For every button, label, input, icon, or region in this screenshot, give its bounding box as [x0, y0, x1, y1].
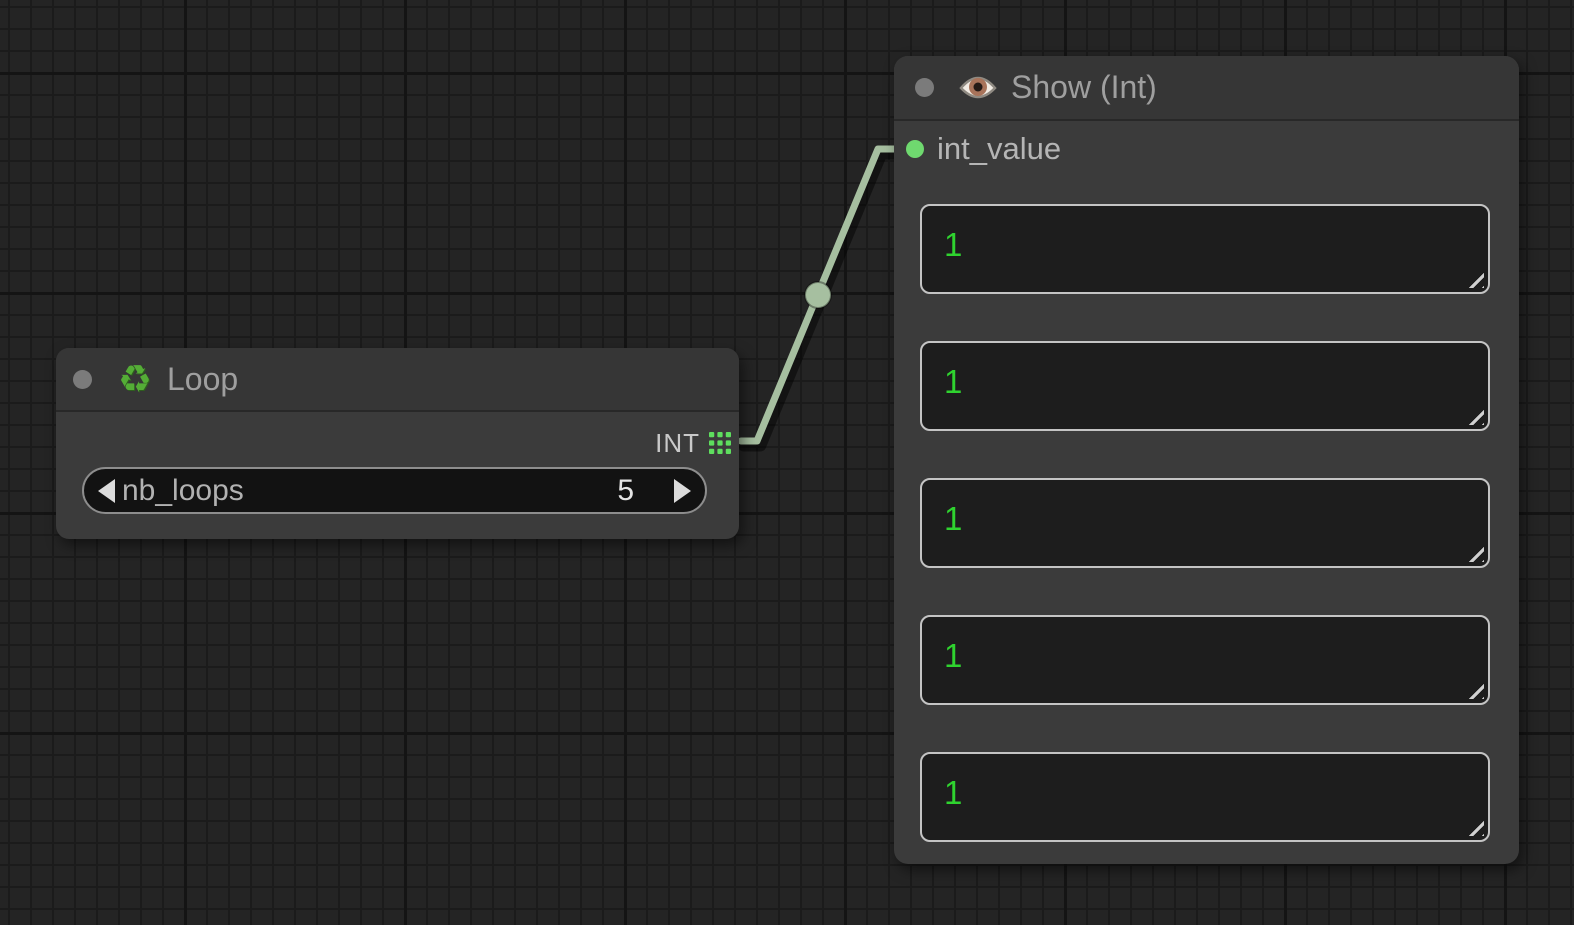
output-slot-label: INT: [655, 428, 700, 459]
value-textarea-wrap: 1: [920, 204, 1490, 294]
show-int-node[interactable]: Show (Int) int_value 1 1 1 1 1: [894, 56, 1519, 864]
value-textarea-wrap: 1: [920, 615, 1490, 705]
value-textarea-wrap: 1: [920, 478, 1490, 568]
input-port-dot[interactable]: [906, 140, 924, 158]
collapse-dot[interactable]: [915, 78, 934, 97]
value-textarea[interactable]: 1: [920, 341, 1490, 431]
increment-arrow-icon[interactable]: [674, 479, 691, 503]
value-textarea[interactable]: 1: [920, 478, 1490, 568]
recycle-icon: ♻: [115, 360, 155, 398]
link-midpoint-dot[interactable]: [805, 282, 831, 308]
output-slot-int[interactable]: INT: [655, 428, 731, 458]
loop-node[interactable]: ♻ Loop INT nb_loops 5: [56, 348, 739, 539]
value-textarea[interactable]: 1: [920, 204, 1490, 294]
value-textarea[interactable]: 1: [920, 615, 1490, 705]
widget-label: nb_loops: [122, 474, 244, 508]
eye-icon: [959, 73, 997, 103]
value-textarea-wrap: 1: [920, 752, 1490, 842]
input-slot-label: int_value: [937, 131, 1061, 167]
nb-loops-widget[interactable]: nb_loops 5: [82, 467, 707, 514]
decrement-arrow-icon[interactable]: [98, 479, 115, 503]
value-textarea-wrap: 1: [920, 341, 1490, 431]
node-title: Show (Int): [1011, 69, 1157, 106]
input-slot-int-value[interactable]: int_value: [894, 134, 1061, 164]
value-textarea[interactable]: 1: [920, 752, 1490, 842]
node-canvas[interactable]: { "loop_node": { "title": "Loop", "outpu…: [0, 0, 1574, 925]
node-title: Loop: [167, 361, 238, 398]
show-node-header[interactable]: Show (Int): [894, 56, 1519, 121]
grid-output-icon[interactable]: [709, 432, 731, 454]
collapse-dot[interactable]: [73, 370, 92, 389]
widget-value[interactable]: 5: [617, 474, 634, 508]
loop-node-header[interactable]: ♻ Loop: [56, 348, 739, 412]
